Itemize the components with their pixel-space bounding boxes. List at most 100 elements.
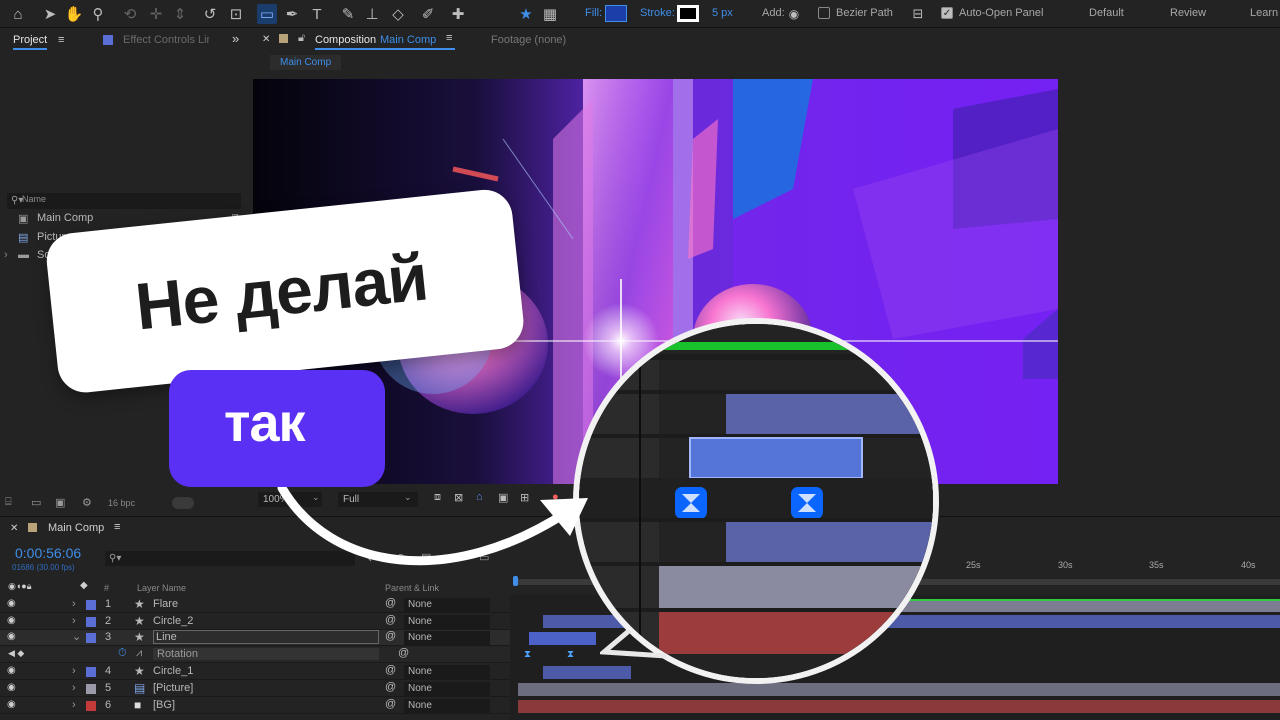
- layer-color-swatch[interactable]: [86, 701, 96, 711]
- trash-icon[interactable]: [172, 497, 194, 509]
- zoom-tool-icon[interactable]: ⚲: [88, 4, 108, 24]
- pickwhip-icon[interactable]: @: [385, 630, 396, 642]
- hand-tool-icon[interactable]: ✋: [64, 4, 84, 24]
- workspace-review[interactable]: Review: [1170, 7, 1206, 19]
- keyframe-nav-icon[interactable]: ◀ ◆: [8, 648, 24, 659]
- roto-brush-tool-icon[interactable]: ✐: [418, 4, 438, 24]
- parent-dropdown[interactable]: None: [404, 615, 490, 629]
- parent-dropdown[interactable]: None: [404, 631, 490, 645]
- chevron-right-icon[interactable]: ›: [72, 665, 76, 677]
- fill-color-swatch[interactable]: [605, 5, 627, 22]
- layer-bar-line[interactable]: [529, 632, 596, 645]
- property-row[interactable]: ◀ ◆ ⏱ ⩘ Rotation @: [0, 647, 510, 663]
- eye-icon[interactable]: ◉: [7, 598, 16, 609]
- layer-bar-picture[interactable]: [518, 683, 1280, 696]
- chevron-right-icon[interactable]: ›: [72, 615, 76, 627]
- type-tool-icon[interactable]: T: [307, 4, 327, 24]
- layer-name[interactable]: [BG]: [153, 699, 175, 711]
- rectangle-tool-icon[interactable]: ▭: [257, 4, 277, 24]
- breadcrumb[interactable]: Main Comp: [270, 55, 342, 70]
- close-tab-icon[interactable]: ✕: [10, 523, 18, 534]
- eraser-tool-icon[interactable]: ◇: [388, 4, 408, 24]
- pickwhip-icon[interactable]: @: [385, 681, 396, 693]
- stroke-color-swatch[interactable]: [677, 5, 699, 22]
- keyframe-icon[interactable]: ⧗: [524, 649, 531, 660]
- chevron-right-icon[interactable]: ›: [4, 249, 14, 261]
- lock-icon[interactable]: 🔓︎: [298, 32, 305, 45]
- parent-dropdown[interactable]: None: [404, 699, 490, 713]
- workspace-default[interactable]: Default: [1089, 7, 1124, 19]
- tab-main-comp[interactable]: Main Comp: [48, 522, 104, 534]
- layer-color-swatch[interactable]: [86, 617, 96, 627]
- tab-comp-name[interactable]: Main Comp: [380, 34, 436, 46]
- pickwhip-icon[interactable]: @: [385, 698, 396, 710]
- stroke-width-value[interactable]: 5 px: [712, 7, 733, 19]
- chevron-down-icon[interactable]: ⌄: [72, 630, 81, 643]
- layer-row[interactable]: ◉ › 2 ★ Circle_2 @ None: [0, 614, 510, 630]
- layer-row[interactable]: ◉ › 5 ▤ [Picture] @ None: [0, 681, 510, 697]
- pickwhip-icon[interactable]: @: [385, 664, 396, 676]
- layer-name-header[interactable]: Layer Name: [137, 583, 186, 593]
- new-folder-icon[interactable]: ▭: [31, 496, 41, 509]
- home-icon[interactable]: ⌂: [8, 4, 28, 24]
- layer-name[interactable]: Flare: [153, 598, 178, 610]
- new-comp-icon[interactable]: ▣: [55, 496, 65, 509]
- close-tab-icon[interactable]: ✕: [262, 34, 270, 45]
- pen-tool-icon[interactable]: ✒: [282, 4, 302, 24]
- chevron-right-icon[interactable]: ›: [72, 699, 76, 711]
- pickwhip-icon[interactable]: @: [385, 614, 396, 626]
- eye-icon[interactable]: ◉: [7, 665, 16, 676]
- layer-row-selected[interactable]: ◉ ⌄ 3 ★ Line @ None: [0, 630, 510, 646]
- tab-project[interactable]: Project: [13, 34, 48, 50]
- anchor-tool-icon[interactable]: ⊡: [226, 4, 246, 24]
- layer-row[interactable]: ◉ › 4 ★ Circle_1 @ None: [0, 664, 510, 680]
- rotate-tool-icon[interactable]: ↺: [200, 4, 220, 24]
- tool-grid-icon[interactable]: ▦: [540, 4, 560, 24]
- column-name-header[interactable]: Name: [22, 194, 46, 204]
- keyframe-icon[interactable]: ⧗: [567, 649, 574, 660]
- layer-name[interactable]: Circle_2: [153, 615, 193, 627]
- panel-menu-icon[interactable]: ≡: [446, 32, 452, 44]
- dolly-tool-icon[interactable]: ⇕: [170, 4, 190, 24]
- tab-effect-controls[interactable]: Effect Controls Lir: [123, 34, 209, 46]
- orbit-tool-icon[interactable]: ⟲: [120, 4, 140, 24]
- star-shape-icon[interactable]: ★: [516, 4, 536, 24]
- tab-composition[interactable]: Composition: [315, 34, 376, 46]
- parent-dropdown[interactable]: None: [404, 598, 490, 612]
- brush-tool-icon[interactable]: ✎: [338, 4, 358, 24]
- layer-color-swatch[interactable]: [86, 600, 96, 610]
- auto-open-panel-checkbox[interactable]: ✓: [941, 7, 953, 19]
- parent-dropdown[interactable]: None: [404, 665, 490, 679]
- interpret-footage-icon[interactable]: ⌸: [5, 496, 12, 509]
- workspace-learn[interactable]: Learn: [1250, 7, 1278, 19]
- panel-menu-icon[interactable]: ≡: [58, 34, 64, 46]
- eye-icon[interactable]: ◉: [7, 682, 16, 693]
- parent-dropdown[interactable]: None: [404, 682, 490, 696]
- layer-name[interactable]: Line: [153, 630, 379, 644]
- tab-footage[interactable]: Footage (none): [491, 34, 566, 46]
- layer-color-swatch[interactable]: [86, 684, 96, 694]
- panel-overflow-icon[interactable]: »: [232, 31, 239, 46]
- panel-menu-icon[interactable]: ≡: [114, 521, 120, 533]
- layer-name[interactable]: Circle_1: [153, 665, 193, 677]
- panel-toggle-icon[interactable]: ⊟: [908, 4, 928, 24]
- pan-tool-icon[interactable]: ✛: [146, 4, 166, 24]
- eye-icon[interactable]: ◉: [7, 699, 16, 710]
- pickwhip-icon[interactable]: @: [398, 647, 409, 659]
- chevron-right-icon[interactable]: ›: [72, 682, 76, 694]
- layer-color-swatch[interactable]: [86, 633, 96, 643]
- puppet-pin-tool-icon[interactable]: ✚: [448, 4, 468, 24]
- eye-icon[interactable]: ◉: [7, 615, 16, 626]
- selection-tool-icon[interactable]: ➤: [40, 4, 60, 24]
- layer-name[interactable]: [Picture]: [153, 682, 193, 694]
- bezier-path-checkbox[interactable]: [818, 7, 830, 19]
- add-menu-icon[interactable]: ◉: [784, 4, 804, 24]
- layer-color-swatch[interactable]: [86, 667, 96, 677]
- current-timecode[interactable]: 0:00:56:06: [15, 545, 81, 561]
- project-settings-icon[interactable]: ⚙: [82, 496, 92, 509]
- chevron-right-icon[interactable]: ›: [72, 598, 76, 610]
- graph-icon[interactable]: ⩘: [136, 647, 142, 660]
- layer-row[interactable]: ◉ › 6 ■ [BG] @ None: [0, 698, 510, 714]
- bpc-label[interactable]: 16 bpc: [108, 498, 135, 508]
- layer-bar-bg[interactable]: [518, 700, 1280, 713]
